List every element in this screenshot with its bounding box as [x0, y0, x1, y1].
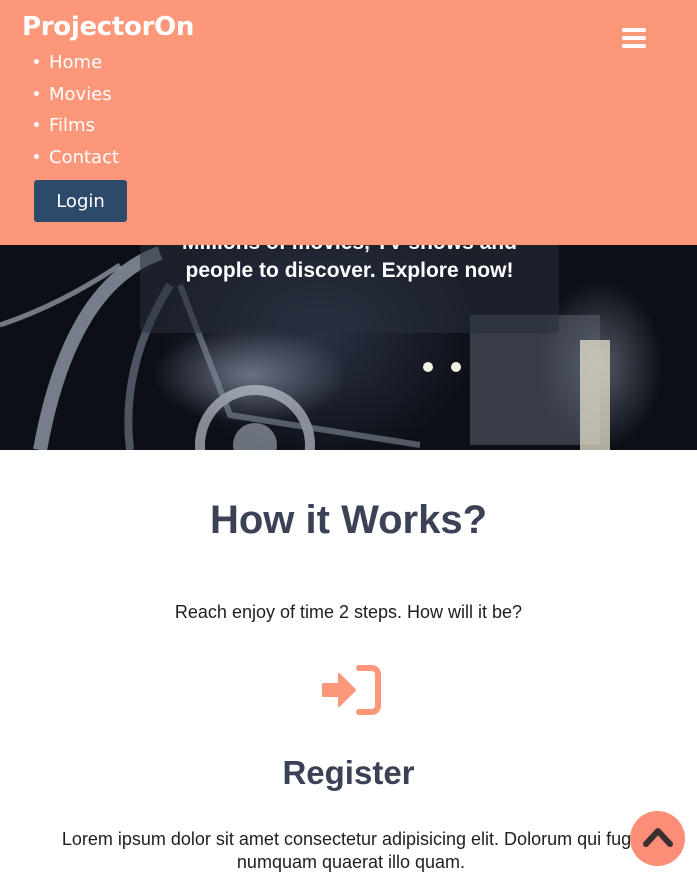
hero-tagline: Millions of movies, TV shows and people … [140, 245, 559, 285]
nav-item-label: Home [49, 52, 103, 73]
nav-item-films[interactable]: Films [34, 115, 119, 147]
hamburger-menu-icon[interactable] [622, 28, 646, 50]
nav-item-home[interactable]: Home [34, 52, 119, 84]
nav-item-label: Films [49, 115, 95, 136]
step-description: Lorem ipsum dolor sit amet consectetur a… [61, 829, 641, 872]
hero-line-1: Millions of movies, TV shows and [140, 245, 559, 257]
step-title: Register [282, 754, 415, 791]
brand-logo[interactable]: ProjectorOn [22, 12, 194, 42]
how-it-works-title: How it Works? [209, 498, 488, 542]
how-it-works-subtitle: Reach enjoy of time 2 steps. How will it… [174, 602, 523, 622]
nav-item-label: Movies [49, 83, 112, 105]
sign-in-icon [321, 664, 381, 721]
hero-line-2: people to discover. Explore now! [185, 259, 514, 282]
hero-banner: Millions of movies, TV shows and people … [0, 245, 697, 450]
chevron-up-icon [643, 828, 673, 847]
nav-item-label: Contact [49, 146, 120, 168]
scroll-to-top-button[interactable] [630, 811, 685, 866]
login-button[interactable]: Login [34, 180, 127, 222]
site-header: ProjectorOn Home Movies Films Contact Lo… [0, 0, 697, 245]
nav-item-contact[interactable]: Contact [34, 147, 119, 179]
nav-item-movies[interactable]: Movies [34, 84, 119, 116]
main-nav: Home Movies Films Contact [34, 52, 119, 178]
